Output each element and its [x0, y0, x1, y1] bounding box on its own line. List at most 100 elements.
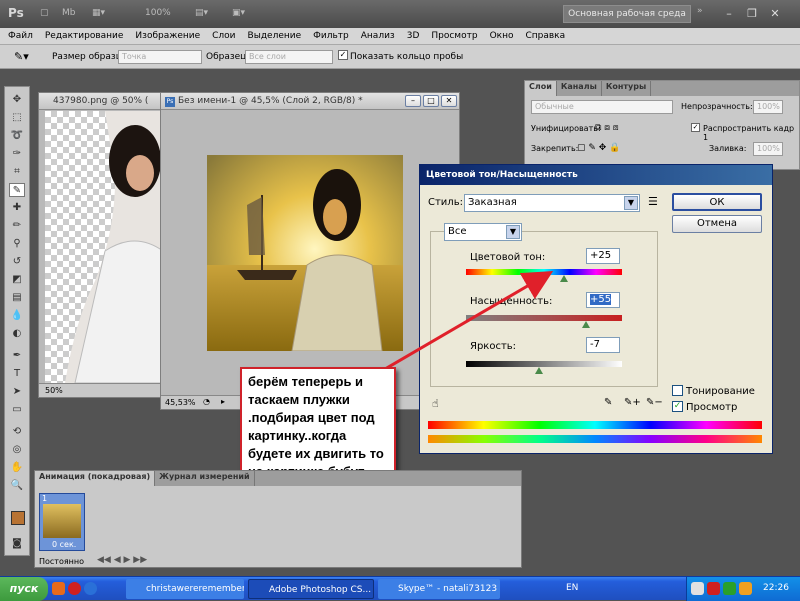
foreground-color-swatch[interactable]: [11, 511, 25, 525]
healing-brush-icon[interactable]: ✚: [9, 201, 25, 215]
eraser-tool-icon[interactable]: ◩: [9, 273, 25, 287]
doc-close-button[interactable]: ✕: [441, 95, 457, 107]
status-info-icon[interactable]: ◔: [203, 397, 210, 406]
bridge-icon[interactable]: ▢: [40, 8, 49, 18]
eyedropper-plus-icon[interactable]: ✎+: [624, 397, 641, 408]
minimize-button[interactable]: –: [718, 6, 740, 22]
close-button[interactable]: ✕: [764, 6, 786, 22]
eyedropper-tool-icon[interactable]: ✎: [9, 183, 25, 197]
view-extras-icon[interactable]: ▦▾: [92, 8, 105, 18]
menu-3d[interactable]: 3D: [407, 31, 420, 41]
channel-select[interactable]: Все ▼: [444, 223, 522, 241]
preview-checkbox[interactable]: ✓: [672, 401, 683, 412]
sample-size-select[interactable]: Точка: [118, 50, 202, 64]
language-indicator[interactable]: EN: [566, 583, 578, 593]
brush-tool-icon[interactable]: ✏: [9, 219, 25, 233]
ie-icon[interactable]: [84, 582, 97, 595]
lasso-tool-icon[interactable]: ➰: [9, 129, 25, 143]
menu-layers[interactable]: Слои: [212, 31, 235, 41]
lightness-slider-thumb[interactable]: [535, 367, 544, 374]
shape-tool-icon[interactable]: ▭: [9, 403, 25, 417]
task-skype[interactable]: Skype™ - natali73123: [378, 579, 500, 599]
restore-button[interactable]: ❐: [741, 6, 763, 22]
menu-image[interactable]: Изображение: [135, 31, 200, 41]
firefox-icon[interactable]: [52, 582, 65, 595]
eyedropper-minus-icon[interactable]: ✎−: [646, 397, 663, 408]
lightness-input[interactable]: -7: [586, 337, 620, 353]
minibridge-icon[interactable]: Mb: [62, 8, 75, 18]
screen-mode-icon[interactable]: ▣▾: [232, 8, 245, 18]
quick-selection-icon[interactable]: ✑: [9, 147, 25, 161]
dodge-tool-icon[interactable]: ◐: [9, 327, 25, 341]
blend-mode-select[interactable]: Обычные: [531, 100, 673, 114]
tray-icon[interactable]: [691, 582, 704, 595]
tab-animation[interactable]: Анимация (покадровая): [35, 471, 156, 486]
colorize-checkbox[interactable]: [672, 385, 683, 396]
doc-maximize-button[interactable]: □: [423, 95, 439, 107]
chevron-down-icon[interactable]: ▼: [624, 196, 638, 210]
tray-icon[interactable]: [739, 582, 752, 595]
loop-option[interactable]: Постоянно: [39, 557, 84, 566]
tab-layers[interactable]: Слои: [525, 81, 557, 96]
path-selection-icon[interactable]: ➤: [9, 385, 25, 399]
crop-tool-icon[interactable]: ⌗: [9, 165, 25, 179]
saturation-slider-track[interactable]: [466, 315, 622, 321]
tab-channels[interactable]: Каналы: [557, 81, 602, 96]
style-select[interactable]: Заказная ▼: [464, 194, 640, 212]
sample-layers-select[interactable]: Все слои: [245, 50, 333, 64]
zoom-readout[interactable]: 45,53%: [165, 398, 196, 407]
menu-filter[interactable]: Фильтр: [313, 31, 349, 41]
tray-icon[interactable]: [707, 582, 720, 595]
targeted-adjust-icon[interactable]: ☝: [432, 397, 439, 410]
playback-controls[interactable]: ◀◀ ◀ ▶ ▶▶: [97, 555, 147, 565]
eyedropper-tool-preset-icon[interactable]: ✎▾: [14, 50, 29, 63]
hue-input[interactable]: +25: [586, 248, 620, 264]
eyedropper-icon[interactable]: ✎: [604, 397, 612, 408]
unify-icons[interactable]: ⧉ ⧈ ⧇: [595, 123, 619, 133]
menu-edit[interactable]: Редактирование: [45, 31, 124, 41]
blur-tool-icon[interactable]: 💧: [9, 309, 25, 323]
menu-view[interactable]: Просмотр: [431, 31, 477, 41]
status-arrow-icon[interactable]: ▸: [221, 397, 225, 406]
canvas-image[interactable]: [207, 155, 403, 351]
type-tool-icon[interactable]: T: [9, 367, 25, 381]
task-browser[interactable]: christawereremember -: [126, 579, 244, 599]
menu-window[interactable]: Окно: [490, 31, 514, 41]
tab-measurement-log[interactable]: Журнал измерений: [155, 471, 255, 486]
zoom-level[interactable]: 100%: [145, 8, 171, 18]
lock-icons[interactable]: ▢ ✎ ✥ 🔒: [577, 143, 620, 153]
saturation-input[interactable]: +55: [586, 292, 620, 308]
opera-icon[interactable]: [68, 582, 81, 595]
marquee-tool-icon[interactable]: ⬚: [9, 111, 25, 125]
menu-select[interactable]: Выделение: [248, 31, 302, 41]
saturation-slider-thumb[interactable]: [582, 321, 591, 328]
hue-slider-track[interactable]: [466, 269, 622, 275]
start-button[interactable]: пуск: [0, 577, 48, 601]
move-tool-icon[interactable]: ✥: [9, 93, 25, 107]
doc-minimize-button[interactable]: –: [405, 95, 421, 107]
show-ring-checkbox[interactable]: ✓: [338, 50, 348, 60]
tray-icon[interactable]: [723, 582, 736, 595]
tab-paths[interactable]: Контуры: [602, 81, 652, 96]
gradient-tool-icon[interactable]: ▤: [9, 291, 25, 305]
3d-rotate-icon[interactable]: ⟲: [9, 425, 25, 439]
menu-file[interactable]: Файл: [8, 31, 33, 41]
arrange-documents-icon[interactable]: ▤▾: [195, 8, 208, 18]
lightness-slider-track[interactable]: [466, 361, 622, 367]
task-photoshop[interactable]: Adobe Photoshop CS...: [248, 579, 374, 599]
ok-button[interactable]: ОК: [672, 193, 762, 211]
animation-frame[interactable]: 1 0 сек.: [39, 493, 85, 551]
menu-help[interactable]: Справка: [525, 31, 565, 41]
3d-orbit-icon[interactable]: ◎: [9, 443, 25, 457]
chevron-down-icon[interactable]: ▼: [506, 225, 520, 239]
opacity-input[interactable]: 100%: [753, 100, 783, 114]
zoom-tool-icon[interactable]: 🔍: [9, 479, 25, 493]
zoom-readout[interactable]: 50%: [45, 386, 63, 395]
cancel-button[interactable]: Отмена: [672, 215, 762, 233]
preset-options-icon[interactable]: ☰: [648, 195, 658, 208]
workspace-menu-icon[interactable]: »: [697, 6, 703, 16]
canvas-transparent[interactable]: [45, 111, 164, 384]
hand-tool-icon[interactable]: ✋: [9, 461, 25, 475]
hue-slider-thumb[interactable]: [560, 275, 569, 282]
history-brush-icon[interactable]: ↺: [9, 255, 25, 269]
